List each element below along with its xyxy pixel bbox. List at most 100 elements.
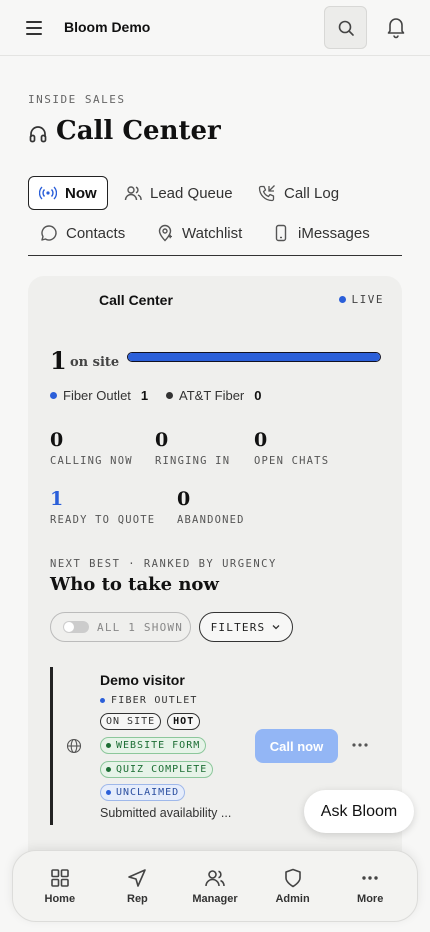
tag-label: UNCLAIMED bbox=[116, 787, 180, 798]
lead-tag-row: QUIZ COMPLETE bbox=[100, 761, 214, 778]
chip-on-site: ON SITE bbox=[100, 713, 162, 730]
tag-label: QUIZ COMPLETE bbox=[116, 764, 208, 775]
tab-label: Watchlist bbox=[182, 224, 243, 242]
nav-rep[interactable]: Rep bbox=[102, 867, 172, 905]
live-dot-icon bbox=[338, 296, 346, 303]
nav-label: Rep bbox=[127, 893, 148, 905]
notifications-button[interactable] bbox=[383, 14, 409, 40]
live-label: LIVE bbox=[351, 293, 384, 306]
stat-abandoned: 0 ABANDONED bbox=[177, 488, 245, 526]
on-site-label: on site bbox=[70, 355, 120, 370]
stat-label: READY TO QUOTE bbox=[50, 514, 156, 526]
stat-label: ABANDONED bbox=[177, 514, 245, 526]
legend-count: 0 bbox=[254, 388, 262, 403]
legend-att-fiber: AT&T Fiber 0 bbox=[166, 388, 262, 403]
tab-label: Contacts bbox=[66, 224, 126, 242]
lead-tag-row: UNCLAIMED bbox=[100, 784, 186, 801]
bell-icon bbox=[387, 18, 405, 39]
legend-dot-icon bbox=[166, 392, 173, 399]
legend-label: AT&T Fiber bbox=[179, 388, 245, 403]
tag-dot-icon bbox=[106, 767, 111, 772]
nav-admin[interactable]: Admin bbox=[258, 867, 328, 905]
toggle-label: ALL 1 SHOWN bbox=[97, 620, 184, 634]
on-site-count: 1 bbox=[50, 346, 67, 375]
legend-count: 1 bbox=[140, 388, 149, 403]
show-all-toggle[interactable]: ALL 1 SHOWN bbox=[50, 612, 191, 642]
nav-home[interactable]: Home bbox=[25, 867, 95, 905]
nav-label: Admin bbox=[275, 893, 310, 905]
send-icon bbox=[128, 869, 147, 887]
search-button[interactable] bbox=[324, 6, 367, 49]
app-title: Bloom Demo bbox=[64, 19, 151, 35]
grid-icon bbox=[50, 869, 69, 887]
legend-label: Fiber Outlet bbox=[63, 388, 131, 403]
source-dot-icon bbox=[100, 698, 105, 703]
chevron-down-icon bbox=[272, 625, 280, 630]
section-title: Who to take now bbox=[50, 574, 219, 595]
phone-incoming-icon bbox=[258, 185, 275, 202]
call-center-card: Call Center LIVE 1 on site Fiber Outlet … bbox=[28, 276, 402, 876]
tag-label: WEBSITE FORM bbox=[116, 740, 201, 751]
card-title: Call Center bbox=[99, 292, 173, 308]
stat-label: CALLING NOW bbox=[50, 455, 133, 467]
tab-lead-queue[interactable]: Lead Queue bbox=[124, 176, 233, 210]
nav-manager[interactable]: Manager bbox=[180, 867, 250, 905]
lead-source: FIBER OUTLET bbox=[100, 695, 198, 706]
lead-name[interactable]: Demo visitor bbox=[100, 672, 185, 688]
tab-imessages[interactable]: iMessages bbox=[272, 216, 370, 250]
map-pin-icon bbox=[158, 224, 172, 242]
shield-icon bbox=[284, 868, 301, 888]
stat-calling-now: 0 CALLING NOW bbox=[50, 429, 133, 467]
on-site-progress-fill bbox=[128, 353, 380, 361]
lead-note: Submitted availability ... bbox=[100, 806, 232, 820]
tag-website-form: WEBSITE FORM bbox=[100, 737, 207, 754]
chat-bubble-icon bbox=[41, 225, 57, 241]
tab-watchlist[interactable]: Watchlist bbox=[156, 216, 242, 250]
stat-value: 0 bbox=[177, 488, 191, 510]
nav-label: More bbox=[357, 893, 384, 905]
stat-value: 0 bbox=[254, 429, 268, 451]
tag-quiz-complete: QUIZ COMPLETE bbox=[100, 761, 214, 778]
lead-tag-row: WEBSITE FORM bbox=[100, 737, 207, 754]
users-icon bbox=[205, 870, 225, 887]
ask-bloom-button[interactable]: Ask Bloom bbox=[304, 790, 414, 833]
legend-dot-icon bbox=[50, 392, 57, 399]
users-icon bbox=[124, 186, 142, 201]
smartphone-icon bbox=[275, 224, 287, 242]
on-site-progress-bar bbox=[127, 352, 381, 362]
section-eyebrow: NEXT BEST · RANKED BY URGENCY bbox=[50, 558, 277, 570]
filters-label: FILTERS bbox=[210, 620, 266, 634]
tag-dot-icon bbox=[106, 743, 111, 748]
stat-label: RINGING IN bbox=[155, 455, 231, 467]
tab-label: Lead Queue bbox=[150, 184, 233, 202]
top-bar: Bloom Demo bbox=[0, 0, 430, 56]
toggle-switch-icon bbox=[63, 621, 89, 633]
tab-call-log[interactable]: Call Log bbox=[258, 176, 339, 210]
stat-open-chats: 0 OPEN CHATS bbox=[254, 429, 329, 467]
stat-value: 0 bbox=[50, 429, 64, 451]
lead-source-label: FIBER OUTLET bbox=[111, 695, 198, 706]
lead-priority-bar bbox=[50, 667, 53, 825]
tab-label: Call Log bbox=[284, 184, 340, 202]
tag-dot-icon bbox=[106, 790, 111, 795]
hamburger-menu-icon[interactable] bbox=[22, 16, 46, 40]
page-title: Call Center bbox=[56, 116, 221, 146]
headphones-icon bbox=[29, 126, 47, 143]
search-icon bbox=[338, 20, 354, 36]
tab-now[interactable]: Now bbox=[28, 176, 108, 210]
more-dots-icon bbox=[362, 876, 378, 880]
stat-ringing-in: 0 RINGING IN bbox=[155, 429, 230, 467]
tab-contacts[interactable]: Contacts bbox=[40, 216, 125, 250]
stat-ready-to-quote: 1 READY TO QUOTE bbox=[50, 488, 155, 526]
more-options-icon[interactable] bbox=[350, 735, 370, 755]
tab-label: iMessages bbox=[298, 224, 370, 242]
nav-more[interactable]: More bbox=[335, 867, 405, 905]
tag-unclaimed: UNCLAIMED bbox=[100, 784, 186, 801]
stat-label: OPEN CHATS bbox=[254, 455, 330, 467]
bottom-nav: Home Rep Manager Admin More bbox=[12, 850, 418, 922]
filters-button[interactable]: FILTERS bbox=[199, 612, 293, 642]
nav-label: Manager bbox=[192, 893, 238, 905]
stat-value: 0 bbox=[155, 429, 169, 451]
broadcast-icon bbox=[39, 186, 57, 200]
call-now-button[interactable]: Call now bbox=[255, 729, 338, 763]
